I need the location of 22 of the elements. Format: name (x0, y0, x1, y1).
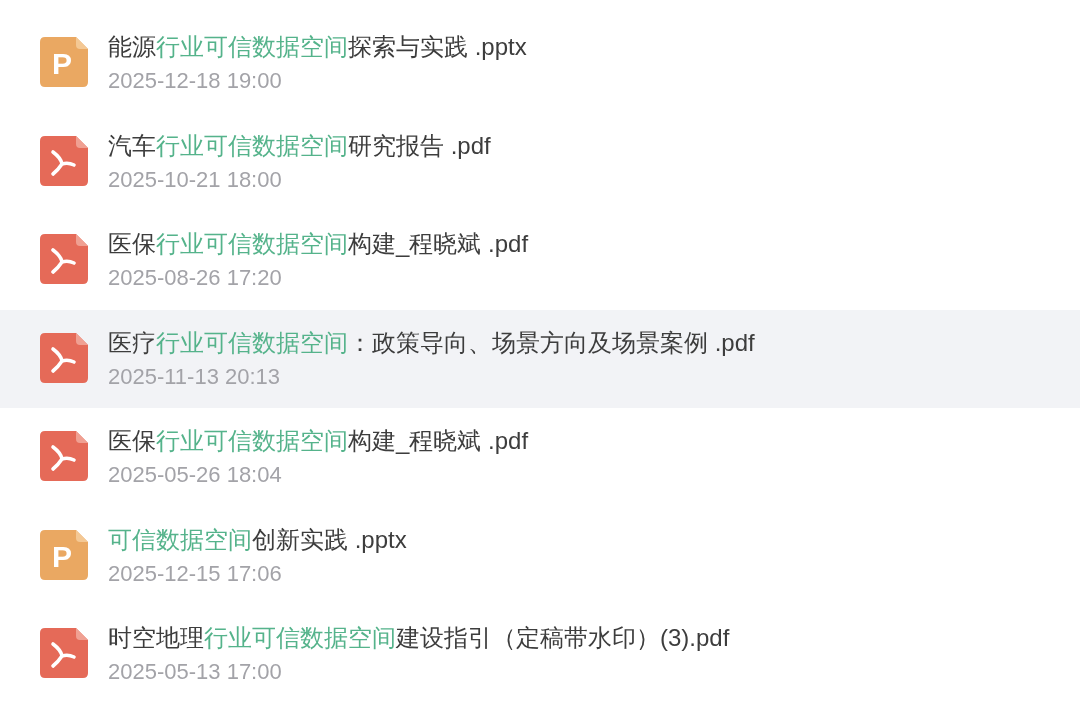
file-name: 医保行业可信数据空间构建_程晓斌 .pdf (108, 229, 529, 260)
pdf-file-icon (40, 332, 88, 383)
file-date: 2025-10-21 18:00 (108, 165, 282, 194)
pdf-file-icon (40, 234, 88, 285)
pptx-file-icon: P (40, 529, 88, 580)
file-name: 医疗行业可信数据空间：政策导向、场景方向及场景案例 .pdf (108, 327, 755, 358)
pdf-file-icon (40, 431, 88, 482)
file-date: 2025-11-13 20:13 (108, 362, 281, 391)
file-name: 汽车行业可信数据空间研究报告 .pdf (108, 130, 491, 161)
file-name: 医保行业可信数据空间构建_程晓斌 .pdf (108, 426, 529, 457)
file-name: 能源行业可信数据空间探索与实践 .pptx (108, 32, 527, 63)
file-date: 2025-12-18 19:00 (108, 67, 282, 96)
file-date: 2025-05-13 17:00 (108, 658, 282, 687)
pdf-file-icon (40, 135, 88, 186)
file-name: 可信数据空间创新实践 .pptx (108, 524, 407, 555)
pptx-file-icon: P (40, 37, 88, 88)
file-date: 2025-05-26 18:04 (108, 461, 282, 490)
pdf-file-icon (40, 628, 88, 679)
file-date: 2025-12-15 17:06 (108, 559, 282, 588)
file-name: 时空地理行业可信数据空间建设指引（定稿带水印）(3).pdf (108, 623, 730, 654)
file-row[interactable]: 医疗行业可信数据空间：政策导向、场景方向及场景案例 .pdf 2025-11-13 20:13 (0, 309, 1080, 408)
file-date: 2025-08-26 17:20 (108, 264, 282, 293)
